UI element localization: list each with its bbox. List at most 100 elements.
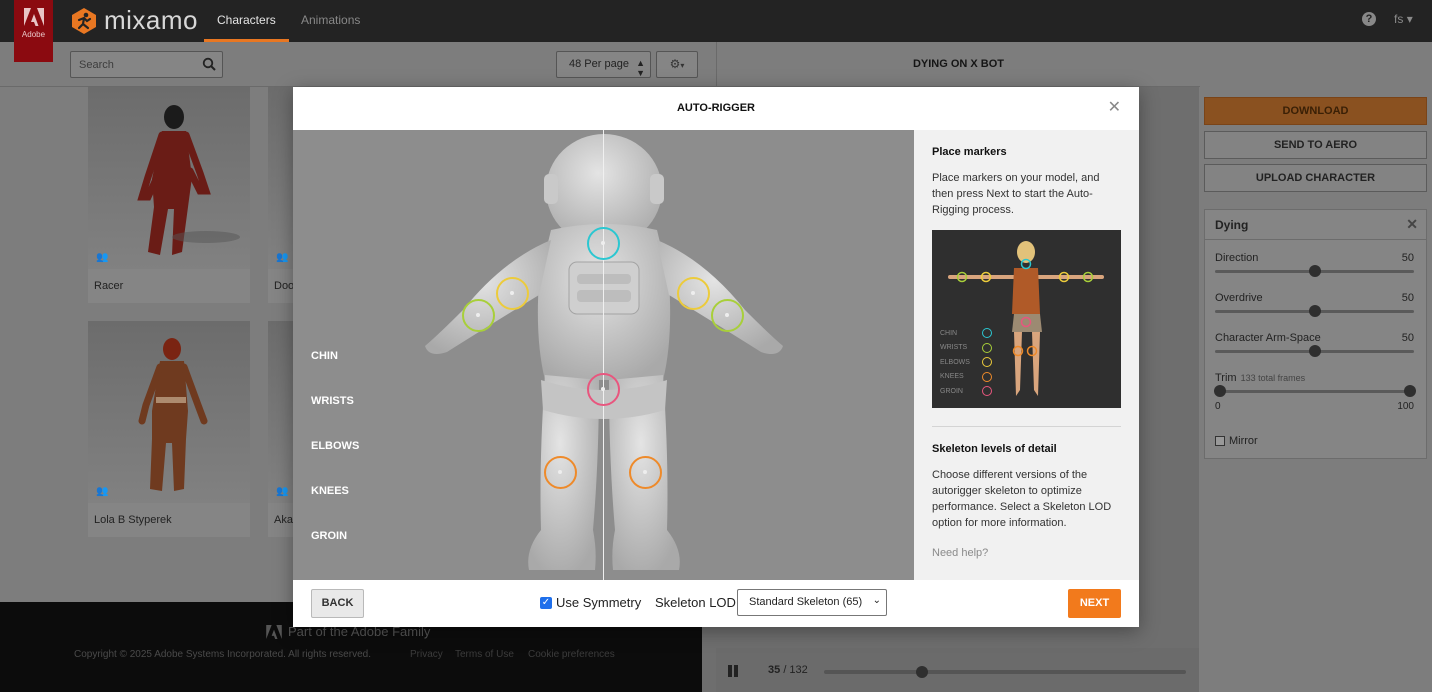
tab-characters[interactable]: Characters — [204, 0, 289, 42]
groin-marker[interactable] — [587, 373, 620, 406]
help-icon[interactable]: ? — [1362, 12, 1376, 26]
mixamo-logo[interactable]: mixamo — [70, 5, 198, 36]
character-card[interactable]: 👥 Racer — [88, 87, 250, 303]
need-help-link[interactable]: Need help? — [932, 547, 988, 559]
per-page-value: 48 Per page — [569, 58, 629, 70]
user-initials: fs — [1394, 12, 1404, 26]
privacy-link[interactable]: Privacy — [410, 649, 443, 660]
character-card[interactable]: 👥 Lola B Styperek — [88, 321, 250, 537]
chin-swatch — [982, 328, 992, 339]
skeleton-lod-title: Skeleton levels of detail — [932, 443, 1057, 455]
knee-marker-right[interactable] — [629, 456, 662, 489]
send-to-aero-button[interactable]: SEND TO AERO — [1204, 131, 1427, 159]
slider-value: 50 — [1401, 332, 1414, 344]
slider-track[interactable] — [1215, 390, 1414, 393]
slider-handle[interactable] — [1309, 345, 1321, 357]
legend-item: CHIN — [940, 326, 992, 341]
mirror-checkbox[interactable]: Mirror — [1215, 435, 1258, 447]
search-icon[interactable] — [202, 57, 216, 71]
trim-end-handle[interactable] — [1404, 385, 1416, 397]
terms-link[interactable]: Terms of Use — [455, 649, 514, 660]
slider-handle[interactable] — [1309, 265, 1321, 277]
close-icon[interactable]: ✕ — [1406, 216, 1418, 233]
character-name: Racer — [94, 280, 124, 292]
download-button[interactable]: DOWNLOAD — [1204, 97, 1427, 125]
chin-marker[interactable] — [587, 227, 620, 260]
back-button[interactable]: BACK — [311, 589, 364, 618]
lola-figure — [138, 338, 208, 491]
trim-frames: 133 total frames — [1240, 373, 1306, 383]
character-name: Lola B Styperek — [94, 514, 172, 526]
auto-rigger-modal: AUTO-RIGGER ✕ CHIN WRISTS ELBOWS KNEES G… — [293, 87, 1139, 627]
pose-icon: 👥 — [96, 486, 109, 497]
groin-swatch — [982, 386, 992, 397]
trim-start-handle[interactable] — [1214, 385, 1226, 397]
search-box[interactable] — [70, 51, 223, 78]
character-name: Aka — [274, 514, 293, 526]
use-symmetry-checkbox[interactable]: ✓ Use Symmetry — [540, 595, 641, 610]
rigging-stage[interactable]: CHIN WRISTS ELBOWS KNEES GROIN — [293, 130, 914, 580]
animation-title: Dying — [1215, 218, 1249, 232]
pose-icon: 👥 — [96, 252, 109, 263]
slider-value: 50 — [1401, 292, 1414, 304]
checkbox[interactable] — [1215, 436, 1225, 446]
settings-dropdown-button[interactable]: ⚙▾ — [656, 51, 698, 78]
instructions-panel: Place markers Place markers on your mode… — [914, 130, 1139, 580]
total-frames: / 132 — [783, 664, 808, 676]
marker-labels: CHIN WRISTS ELBOWS KNEES GROIN — [311, 350, 359, 575]
viewer-title: DYING ON X BOT — [716, 42, 1200, 87]
trim-label: Trim 133 total frames — [1215, 372, 1305, 384]
chevron-down-icon: ▲ ▼ — [636, 58, 645, 78]
legend-item: KNEES — [940, 370, 992, 385]
slider-label: Overdrive — [1215, 292, 1263, 304]
chevron-down-icon: ▾ — [1406, 12, 1413, 26]
gear-icon: ⚙ — [669, 57, 681, 71]
per-page-select[interactable]: 48 Per page ▲ ▼ — [556, 51, 651, 78]
elbow-marker-left[interactable] — [496, 277, 529, 310]
overdrive-slider[interactable]: Overdrive 50 — [1205, 280, 1426, 320]
arm-space-slider[interactable]: Character Arm-Space 50 — [1205, 320, 1426, 360]
place-markers-text: Place markers on your model, and then pr… — [932, 172, 1100, 216]
direction-slider[interactable]: Direction 50 — [1205, 240, 1426, 280]
elbow-marker-right[interactable] — [677, 277, 710, 310]
tab-animations[interactable]: Animations — [288, 0, 373, 42]
user-menu[interactable]: fs ▾ — [1394, 12, 1413, 26]
mirror-label: Mirror — [1229, 435, 1258, 447]
pose-icon: 👥 — [276, 252, 289, 263]
upload-character-button[interactable]: UPLOAD CHARACTER — [1204, 164, 1427, 192]
symmetry-line — [603, 130, 604, 580]
next-button[interactable]: NEXT — [1068, 589, 1121, 618]
skeleton-lod-label: Skeleton LOD — [655, 595, 736, 610]
trim-slider[interactable]: Trim 133 total frames 0 100 — [1205, 360, 1426, 412]
caret-down-icon: ▾ — [680, 61, 685, 70]
groin-label: GROIN — [311, 530, 348, 542]
animation-panel-header: Dying ✕ — [1205, 210, 1426, 240]
skeleton-lod-select[interactable]: Standard Skeleton (65) ⌄ — [737, 589, 887, 616]
animation-settings-panel: Dying ✕ Direction 50 Overdrive 50 Charac… — [1204, 209, 1427, 459]
pose-icon: 👥 — [276, 486, 289, 497]
slider-handle[interactable] — [1309, 305, 1321, 317]
close-icon[interactable]: ✕ — [1108, 100, 1121, 116]
wrist-marker-left[interactable] — [462, 299, 495, 332]
character-thumbnail — [88, 321, 250, 503]
skeleton-lod-value: Standard Skeleton (65) — [749, 596, 863, 608]
knee-marker-left[interactable] — [544, 456, 577, 489]
adobe-logo[interactable]: Adobe — [14, 0, 53, 62]
top-bar: Adobe mixamo Characters Animations ? fs … — [0, 0, 1432, 62]
slider-value: 50 — [1401, 252, 1414, 264]
copyright-text: Copyright © 2025 Adobe Systems Incorpora… — [74, 649, 371, 660]
current-frame: 35 — [768, 664, 781, 676]
cookie-preferences-link[interactable]: Cookie preferences — [528, 649, 615, 660]
pause-icon[interactable] — [728, 664, 740, 677]
checkbox-checked-icon[interactable]: ✓ — [540, 596, 552, 609]
timeline-handle[interactable] — [915, 666, 928, 678]
place-markers-title: Place markers — [932, 146, 1007, 158]
elbows-label: ELBOWS — [311, 440, 360, 452]
browser-toolbar: 48 Per page ▲▼ ⚙▾ — [0, 42, 716, 87]
playback-bar: 35 / 132 — [716, 648, 1200, 692]
search-input[interactable] — [71, 52, 191, 77]
knees-swatch — [982, 371, 992, 382]
timeline-slider[interactable] — [824, 666, 1186, 678]
elbows-swatch — [982, 357, 992, 368]
wrist-marker-right[interactable] — [711, 299, 744, 332]
